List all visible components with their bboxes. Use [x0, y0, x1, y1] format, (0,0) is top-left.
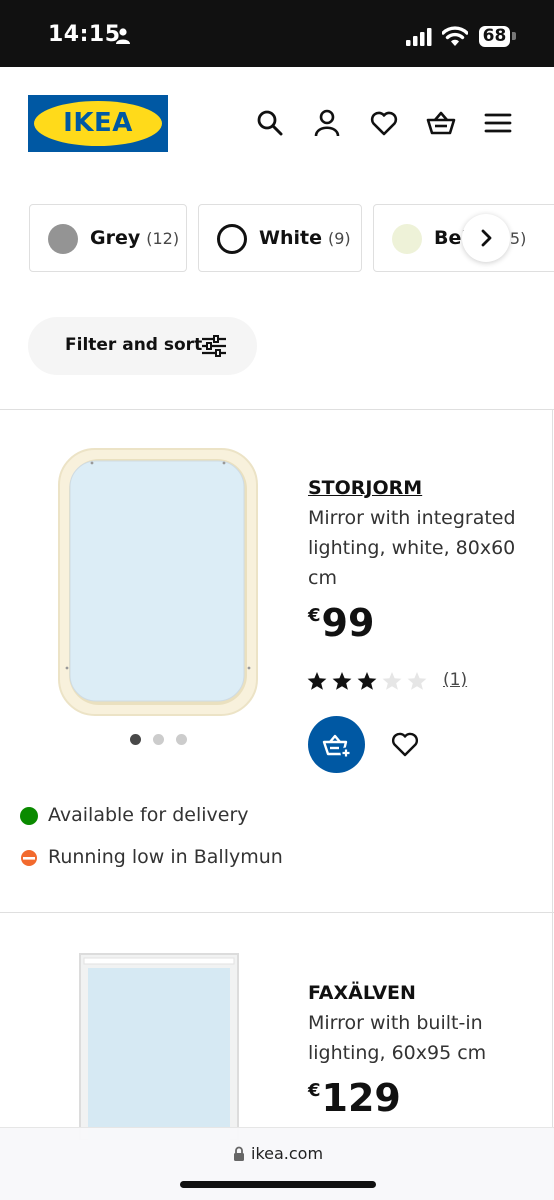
product-image-storjorm[interactable] [56, 446, 260, 718]
browser-address-bar[interactable]: ikea.com [0, 1127, 554, 1200]
carousel-dot[interactable] [153, 734, 164, 745]
battery-level: 68 [479, 26, 510, 47]
carousel-dot[interactable] [130, 734, 141, 745]
star-empty-icon [407, 672, 427, 690]
star-icon [307, 672, 327, 690]
product-image-faxalven[interactable] [78, 950, 242, 1140]
color-filter-white[interactable]: White (9) [198, 204, 362, 272]
menu-icon[interactable] [483, 108, 513, 138]
battery-icon [512, 32, 516, 40]
chip-count: (9) [327, 229, 351, 248]
star-icon [332, 672, 352, 690]
chip-count: 5) [509, 229, 527, 248]
chip-count: (12) [146, 229, 180, 248]
divider [0, 409, 554, 410]
chevron-right-icon [481, 229, 492, 247]
wifi-icon [442, 26, 468, 46]
currency-symbol: € [308, 605, 321, 626]
logo-text: IKEA [63, 108, 133, 138]
search-icon[interactable] [255, 108, 285, 138]
product-description[interactable]: Mirror with built-in lighting, 60x95 cm [308, 1008, 536, 1068]
url-text[interactable]: ikea.com [251, 1144, 323, 1163]
star-rating [307, 672, 427, 690]
heart-icon[interactable] [369, 108, 399, 138]
filter-and-sort-button[interactable]: Filter and sort [28, 317, 257, 375]
add-to-cart-button[interactable] [308, 716, 365, 773]
star-icon [357, 672, 377, 690]
review-count-link[interactable]: (1) [443, 670, 467, 690]
status-bar: 14:15 68 [0, 0, 554, 67]
add-to-favourites-button[interactable] [390, 729, 420, 759]
user-icon[interactable] [312, 108, 342, 138]
color-filter-grey[interactable]: Grey (12) [29, 204, 187, 272]
product-price: €129 [308, 1076, 401, 1120]
grid-divider [552, 410, 553, 1200]
chip-label: Grey (12) [90, 227, 180, 249]
image-carousel-dots[interactable] [128, 734, 190, 746]
product-description[interactable]: Mirror with integrated lighting, white, … [308, 503, 536, 593]
available-status-dot [20, 807, 38, 825]
currency-symbol: € [308, 1080, 321, 1101]
sliders-icon [202, 335, 226, 357]
home-indicator[interactable] [180, 1181, 376, 1188]
status-time: 14:15 [48, 22, 121, 47]
star-empty-icon [382, 672, 402, 690]
low-stock-status-icon [21, 850, 37, 866]
product-name[interactable]: STORJORM [308, 477, 422, 499]
beige-swatch [392, 224, 422, 254]
availability-text: Running low in Ballymun [48, 846, 283, 868]
cellular-signal-icon [406, 28, 432, 46]
ikea-logo[interactable]: IKEA [28, 95, 168, 152]
availability-text: Available for delivery [48, 804, 249, 826]
basket-icon[interactable] [426, 108, 456, 138]
scroll-right-button[interactable] [462, 214, 510, 262]
product-price: €99 [308, 601, 375, 645]
divider [0, 912, 554, 913]
product-name[interactable]: FAXÄLVEN [308, 982, 416, 1004]
add-to-basket-icon [322, 734, 352, 759]
carousel-dot[interactable] [176, 734, 187, 745]
chip-label: White (9) [259, 227, 351, 249]
grey-swatch [48, 224, 78, 254]
white-swatch [217, 224, 247, 254]
person-status-icon [116, 28, 130, 44]
lock-icon [234, 1146, 244, 1161]
filter-label: Filter and sort [65, 335, 203, 355]
